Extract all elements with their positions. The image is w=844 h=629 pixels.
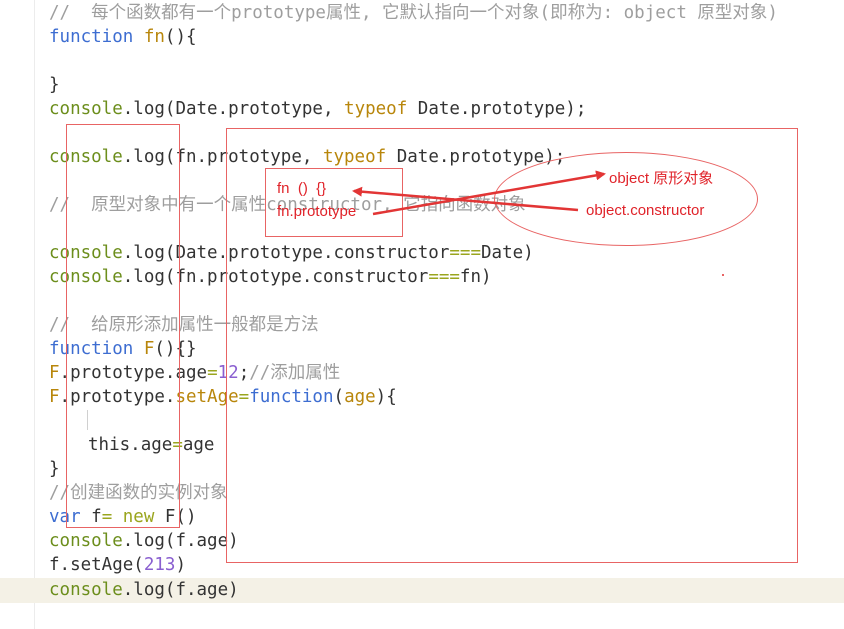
stray-mark — [722, 274, 724, 276]
arrow-to-object — [372, 170, 606, 216]
arrow-to-fn — [352, 186, 579, 212]
annotation-arrows — [352, 170, 606, 216]
